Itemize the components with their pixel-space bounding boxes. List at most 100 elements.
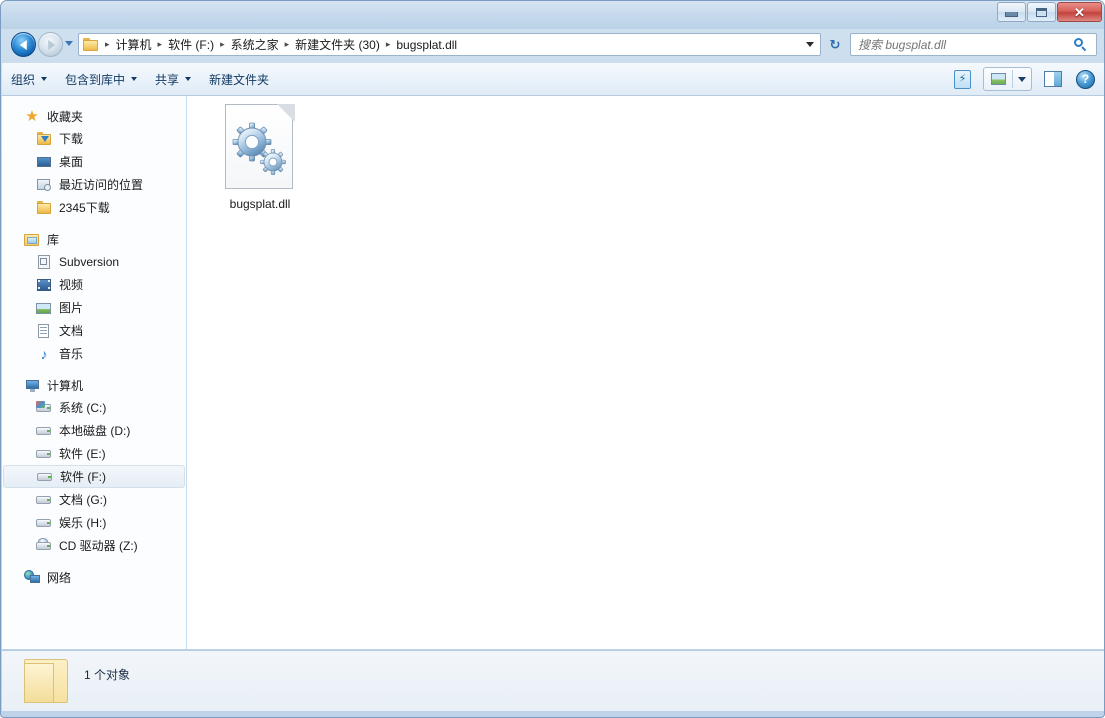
maximize-icon	[1036, 7, 1047, 17]
help-icon[interactable]: ?	[1076, 69, 1095, 89]
view-mode-button[interactable]	[983, 67, 1032, 91]
view-icon[interactable]	[984, 73, 1012, 85]
chevron-down-icon	[131, 77, 138, 81]
drive-icon	[36, 492, 52, 508]
view-dropdown-button[interactable]	[1013, 76, 1031, 82]
sidebar-item-label: 图片	[59, 301, 84, 315]
organize-button[interactable]: 组织	[2, 67, 56, 91]
drive-icon	[36, 515, 52, 531]
file-name-label: bugsplat.dll	[229, 197, 291, 211]
breadcrumb-item-xitongzhijia[interactable]: 系统之家	[229, 36, 281, 53]
breadcrumb-separator: ▸	[284, 39, 290, 49]
address-row: ▸ 计算机 ▸ 软件 (F:) ▸ 系统之家 ▸ 新建文件夹 (30) ▸ bu…	[1, 29, 1104, 61]
new-folder-button[interactable]: 新建文件夹	[200, 67, 278, 91]
sidebar-item-network[interactable]: 网络	[2, 567, 186, 588]
search-box[interactable]	[850, 33, 1097, 56]
search-icon	[1074, 37, 1088, 52]
chevron-down-icon[interactable]	[806, 42, 814, 47]
sidebar-item-drive-g[interactable]: 文档 (G:)	[2, 488, 186, 511]
computer-icon	[24, 378, 40, 394]
arrow-left-icon	[19, 39, 27, 50]
sidebar-item-label: 库	[47, 233, 60, 247]
share-label: 共享	[155, 72, 180, 87]
close-button[interactable]: ✕	[1057, 2, 1102, 22]
sidebar-item-documents[interactable]: 文档	[2, 319, 186, 342]
library-icon	[24, 232, 40, 248]
drive-icon	[36, 423, 52, 439]
breadcrumb-item-newfolder[interactable]: 新建文件夹 (30)	[293, 36, 382, 53]
include-in-library-label: 包含到库中	[65, 72, 126, 87]
dll-gears-icon	[225, 104, 295, 190]
sidebar-item-subversion[interactable]: Subversion	[2, 250, 186, 273]
sidebar-item-label: 2345下载	[59, 201, 110, 215]
sidebar-item-drive-h[interactable]: 娱乐 (H:)	[2, 511, 186, 534]
sidebar-item-label: 计算机	[47, 379, 84, 393]
list-item[interactable]: bugsplat.dll	[205, 104, 315, 211]
breadcrumb-item-computer[interactable]: 计算机	[114, 36, 154, 53]
sidebar-item-label: 娱乐 (H:)	[59, 516, 107, 530]
share-button[interactable]: 共享	[146, 67, 200, 91]
chevron-down-icon	[1018, 76, 1026, 82]
folder-icon	[36, 200, 52, 216]
breadcrumb-item-bugsplat[interactable]: bugsplat.dll	[394, 38, 459, 52]
refresh-button[interactable]: ↻	[825, 35, 845, 54]
sidebar-item-2345-downloads[interactable]: 2345下载	[2, 196, 186, 219]
chevron-down-icon	[185, 77, 192, 81]
sidebar-item-label: 本地磁盘 (D:)	[59, 424, 131, 438]
sidebar-item-label: 视频	[59, 278, 84, 292]
navigation-pane[interactable]: ★ 收藏夹 下载 桌面 最近访问的位置 2345下载 库 Subversion …	[2, 96, 186, 649]
forward-button[interactable]	[38, 32, 63, 57]
close-icon: ✕	[1074, 4, 1085, 20]
sidebar-item-desktop[interactable]: 桌面	[2, 150, 186, 173]
documents-icon	[36, 323, 52, 339]
drive-icon	[36, 446, 52, 462]
new-folder-label: 新建文件夹	[209, 72, 270, 87]
toolbar-right-group: ?	[954, 67, 1104, 91]
back-button[interactable]	[11, 32, 36, 57]
cd-drive-icon	[36, 537, 52, 554]
organize-label: 组织	[11, 72, 36, 87]
status-bar: 1 个对象	[2, 650, 1104, 711]
network-icon	[24, 569, 40, 586]
drive-icon	[37, 469, 53, 485]
sidebar-item-downloads[interactable]: 下载	[2, 127, 186, 150]
breadcrumb[interactable]: ▸ 计算机 ▸ 软件 (F:) ▸ 系统之家 ▸ 新建文件夹 (30) ▸ bu…	[78, 33, 821, 56]
search-input[interactable]	[851, 36, 1072, 53]
sidebar-item-label: 系统 (C:)	[59, 401, 107, 415]
chevron-down-icon	[41, 77, 48, 81]
network-group: 网络	[2, 567, 186, 588]
sidebar-item-music[interactable]: ♪ 音乐	[2, 342, 186, 365]
pictures-icon	[36, 300, 52, 316]
minimize-button[interactable]	[997, 2, 1026, 22]
sync-center-icon[interactable]	[954, 69, 971, 89]
sidebar-item-recent-places[interactable]: 最近访问的位置	[2, 173, 186, 196]
sidebar-item-favorites[interactable]: ★ 收藏夹	[2, 106, 186, 127]
sidebar-item-label: 音乐	[59, 347, 84, 361]
sidebar-item-drive-d[interactable]: 本地磁盘 (D:)	[2, 419, 186, 442]
recent-places-icon	[36, 177, 52, 193]
folder-icon	[83, 37, 99, 52]
sidebar-item-videos[interactable]: 视频	[2, 273, 186, 296]
sidebar-item-drive-f[interactable]: 软件 (F:)	[3, 465, 185, 488]
title-bar: ✕	[1, 1, 1104, 29]
sidebar-item-label: 软件 (E:)	[59, 447, 106, 461]
sidebar-item-computer[interactable]: 计算机	[2, 375, 186, 396]
sidebar-item-drive-z[interactable]: CD 驱动器 (Z:)	[2, 534, 186, 557]
sidebar-item-label: 桌面	[59, 155, 84, 169]
sidebar-item-libraries[interactable]: 库	[2, 229, 186, 250]
maximize-button[interactable]	[1027, 2, 1056, 22]
sidebar-item-label: 网络	[47, 571, 72, 585]
sidebar-item-drive-e[interactable]: 软件 (E:)	[2, 442, 186, 465]
file-list[interactable]: bugsplat.dll	[187, 96, 1104, 649]
sidebar-item-label: 软件 (F:)	[60, 470, 106, 484]
chevron-down-icon[interactable]	[65, 41, 73, 46]
sidebar-item-drive-c[interactable]: 系统 (C:)	[2, 396, 186, 419]
sidebar-item-pictures[interactable]: 图片	[2, 296, 186, 319]
include-in-library-button[interactable]: 包含到库中	[56, 67, 146, 91]
status-text: 1 个对象	[84, 668, 131, 682]
window-controls: ✕	[996, 2, 1102, 22]
system-drive-icon	[36, 400, 52, 416]
breadcrumb-item-drive-f[interactable]: 软件 (F:)	[166, 36, 216, 53]
desktop-icon	[36, 154, 52, 170]
preview-pane-icon[interactable]	[1044, 71, 1062, 87]
